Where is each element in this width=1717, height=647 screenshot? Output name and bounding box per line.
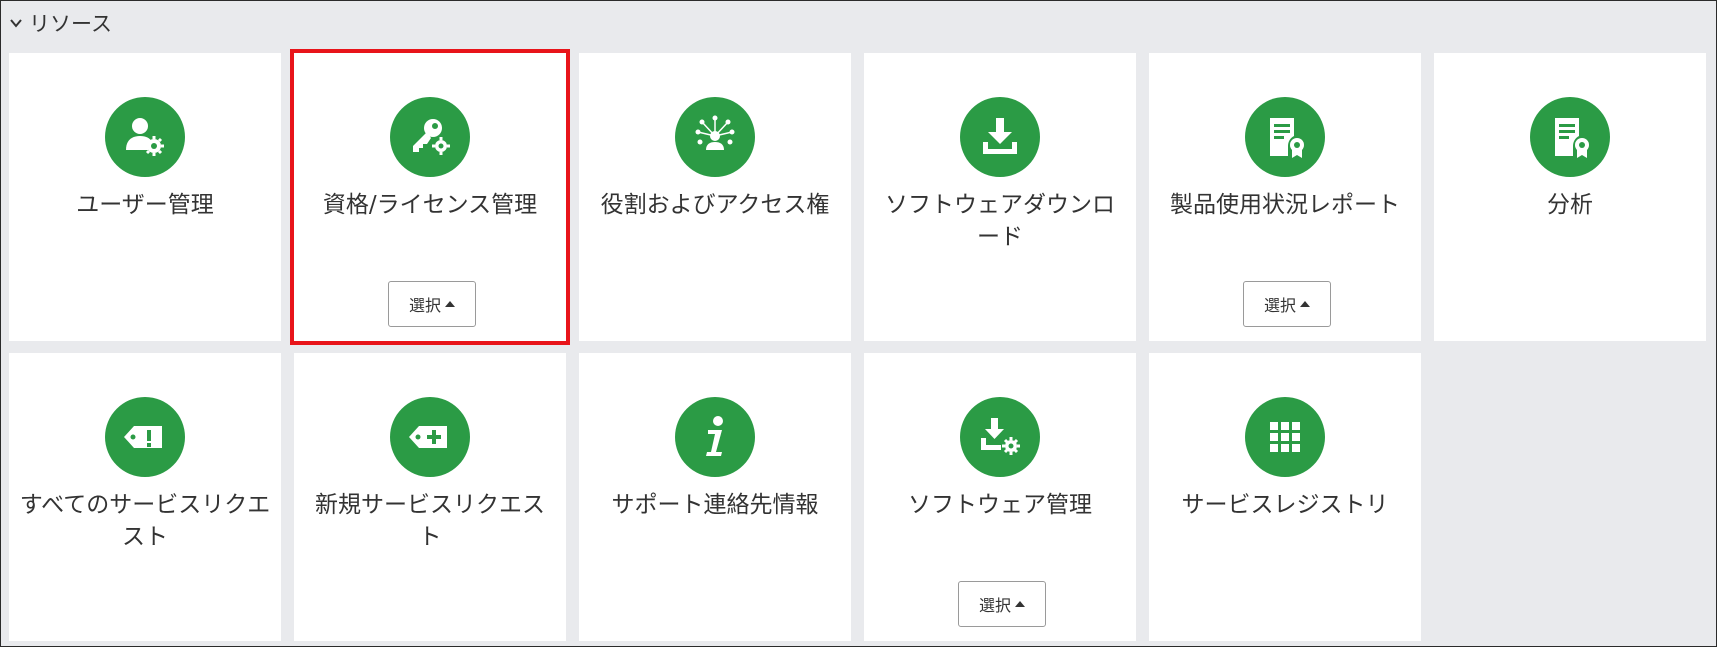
select-dropdown-button[interactable]: 選択 <box>958 581 1046 627</box>
tag-alert-icon <box>105 397 185 477</box>
tile-all-service-requests[interactable]: すべてのサービスリクエスト <box>9 353 281 641</box>
tile-label: サポート連絡先情報 <box>611 492 819 518</box>
section-title: リソース <box>29 12 112 36</box>
tile-label: 新規サービスリクエスト <box>315 492 545 550</box>
section-header-resources[interactable]: リソース <box>9 9 112 37</box>
tile-software-download[interactable]: ソフトウェアダウンロード <box>864 53 1136 341</box>
chevron-down-icon <box>9 16 23 30</box>
tile-roles-access[interactable]: 役割およびアクセス権 <box>579 53 851 341</box>
caret-up-icon <box>1015 600 1025 607</box>
tile-license-management[interactable]: 資格/ライセンス管理 選択 <box>290 49 570 345</box>
user-network-icon <box>675 97 755 177</box>
tile-software-management[interactable]: ソフトウェア管理 選択 <box>864 353 1136 641</box>
tile-analysis[interactable]: 分析 <box>1434 53 1706 341</box>
select-button-label: 選択 <box>1263 296 1296 315</box>
caret-up-icon <box>1300 300 1310 307</box>
certificate-report-icon <box>1245 97 1325 177</box>
tile-label: 資格/ライセンス管理 <box>322 192 538 218</box>
download-icon <box>960 97 1040 177</box>
tile-label: 製品使用状況レポート <box>1170 192 1400 218</box>
resource-panel: リソース ユーザー管理 資格/ライセンス管理 選択 役割およびアクセス権 ソフト… <box>0 0 1717 647</box>
info-icon <box>675 397 755 477</box>
select-dropdown-button[interactable]: 選択 <box>388 281 476 327</box>
tile-label: ユーザー管理 <box>76 192 214 218</box>
tile-service-registry[interactable]: サービスレジストリ <box>1149 353 1421 641</box>
tile-label: 分析 <box>1547 192 1593 218</box>
grid-icon <box>1245 397 1325 477</box>
tile-support-contact-info[interactable]: サポート連絡先情報 <box>579 353 851 641</box>
key-gear-icon <box>390 97 470 177</box>
tile-label: サービスレジストリ <box>1181 492 1389 518</box>
tile-label: ソフトウェア管理 <box>908 492 1092 518</box>
tag-plus-icon <box>390 397 470 477</box>
user-gear-icon <box>105 97 185 177</box>
caret-up-icon <box>445 300 455 307</box>
tile-label: すべてのサービスリクエスト <box>19 492 271 550</box>
download-gear-icon <box>960 397 1040 477</box>
select-button-label: 選択 <box>978 596 1011 615</box>
select-button-label: 選択 <box>408 296 441 315</box>
tile-product-usage-report[interactable]: 製品使用状況レポート 選択 <box>1149 53 1421 341</box>
tile-label: 役割およびアクセス権 <box>600 192 830 218</box>
tile-label: ソフトウェアダウンロード <box>885 192 1115 250</box>
certificate-analysis-icon <box>1530 97 1610 177</box>
tile-user-management[interactable]: ユーザー管理 <box>9 53 281 341</box>
tile-new-service-request[interactable]: 新規サービスリクエスト <box>294 353 566 641</box>
select-dropdown-button[interactable]: 選択 <box>1243 281 1331 327</box>
